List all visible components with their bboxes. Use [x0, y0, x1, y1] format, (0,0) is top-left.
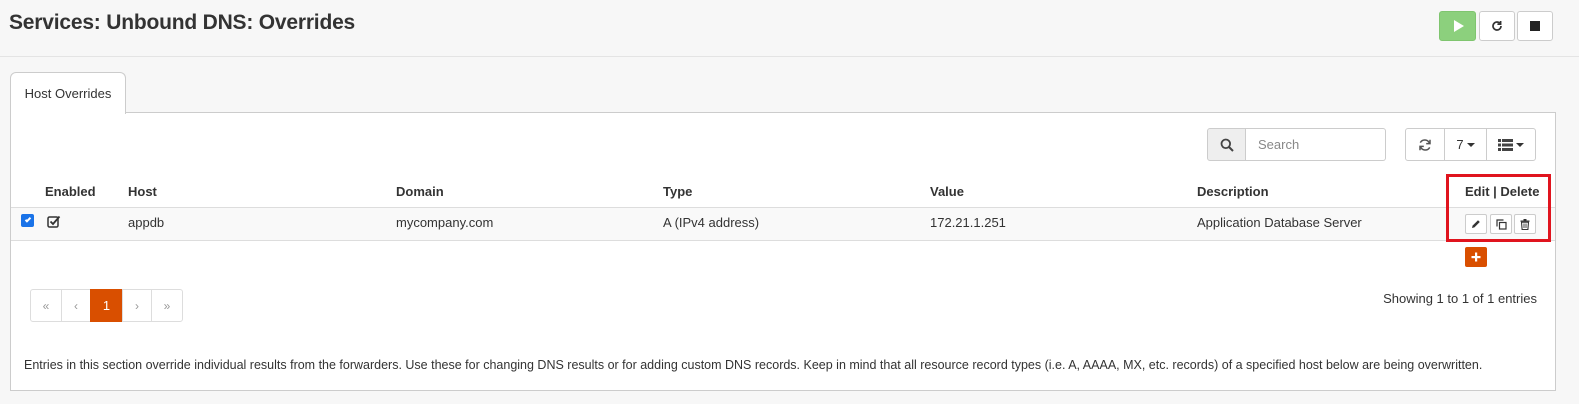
column-header-value[interactable]: Value: [930, 184, 964, 199]
cell-description: Application Database Server: [1197, 215, 1362, 230]
chevron-down-icon: [1466, 142, 1475, 147]
page-last-button[interactable]: »: [151, 289, 183, 322]
highlight-box: [1446, 174, 1551, 242]
column-header-type[interactable]: Type: [663, 184, 692, 199]
page-size-dropdown[interactable]: 7: [1444, 128, 1487, 161]
stop-service-button[interactable]: [1517, 11, 1553, 41]
restart-icon: [1492, 21, 1502, 31]
page-prev-button[interactable]: ‹: [61, 289, 91, 322]
column-header-host[interactable]: Host: [128, 184, 157, 199]
page-size-value: 7: [1456, 137, 1464, 152]
refresh-button[interactable]: [1405, 128, 1445, 161]
search-input[interactable]: [1246, 128, 1386, 161]
search-icon-box[interactable]: [1207, 128, 1246, 161]
checkmark-icon: [24, 216, 31, 223]
cell-domain: mycompany.com: [396, 215, 494, 230]
page-next-button[interactable]: ›: [122, 289, 152, 322]
column-header-description[interactable]: Description: [1197, 184, 1269, 199]
column-header-domain[interactable]: Domain: [396, 184, 444, 199]
column-header-enabled[interactable]: Enabled: [45, 184, 96, 199]
page-header: Services: Unbound DNS: Overrides: [0, 0, 1579, 57]
cell-type: A (IPv4 address): [663, 215, 760, 230]
pagination: « ‹ 1 › »: [30, 289, 183, 322]
refresh-icon: [1419, 138, 1431, 151]
start-service-button[interactable]: [1439, 11, 1476, 41]
search-icon: [1220, 138, 1234, 152]
page-current-button[interactable]: 1: [90, 289, 123, 322]
grid-toolbar: 7: [1405, 128, 1536, 161]
plus-icon: [1471, 252, 1481, 262]
add-button[interactable]: [1465, 247, 1487, 267]
cell-host: appdb: [128, 215, 165, 230]
tab-host-overrides[interactable]: Host Overrides: [10, 72, 126, 114]
stop-icon: [1530, 21, 1540, 31]
check-square-icon: [47, 215, 61, 228]
list-icon: [1498, 138, 1513, 151]
cell-value: 172.21.1.251: [930, 215, 1006, 230]
pagination-summary: Showing 1 to 1 of 1 entries: [1383, 291, 1537, 306]
column-selector-dropdown[interactable]: [1486, 128, 1536, 161]
chevron-down-icon: [1516, 142, 1524, 147]
play-icon: [1453, 20, 1464, 32]
page-first-button[interactable]: «: [30, 289, 62, 322]
restart-service-button[interactable]: [1479, 11, 1515, 41]
search-group: [1207, 128, 1386, 161]
help-text: Entries in this section override individ…: [24, 358, 1483, 372]
enabled-toggle[interactable]: [47, 215, 61, 231]
page-title: Services: Unbound DNS: Overrides: [9, 11, 356, 34]
row-select-checkbox[interactable]: [21, 214, 34, 227]
